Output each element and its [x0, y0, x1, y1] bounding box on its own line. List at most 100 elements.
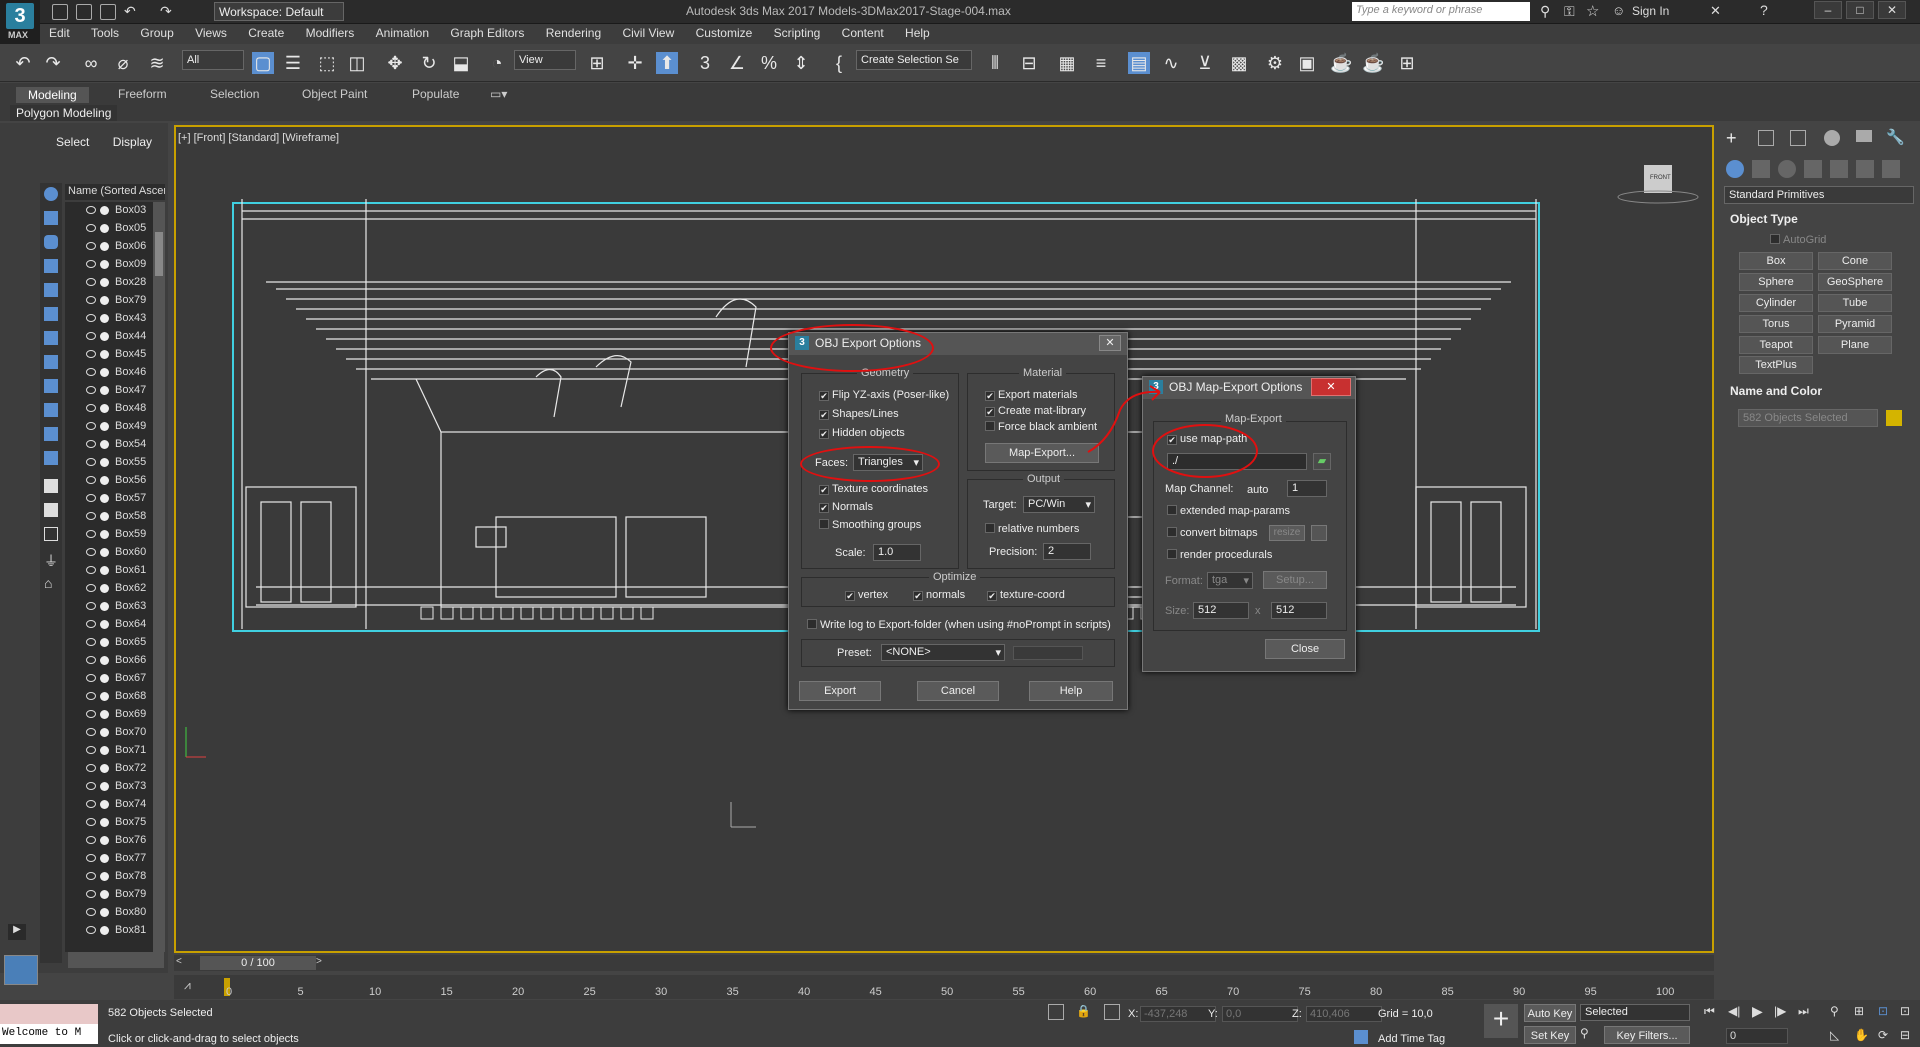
texture-coords-checkbox[interactable]: ✔ Texture coordinates — [819, 483, 928, 495]
scene-explorer-icon[interactable]: ▦ — [1056, 52, 1078, 74]
shapes-lines-checkbox[interactable]: ✔ Shapes/Lines — [819, 408, 899, 420]
menu-animation[interactable]: Animation — [367, 24, 438, 42]
orbit-icon[interactable]: ⟳ — [1878, 1028, 1888, 1042]
time-prev-arrow[interactable]: < — [176, 956, 190, 970]
maximize-button[interactable]: □ — [1846, 1, 1874, 19]
hidden-objects-checkbox[interactable]: ✔ Hidden objects — [819, 427, 905, 439]
snaps-toggle-icon[interactable]: 3 — [694, 52, 716, 74]
list-item[interactable]: Box74 — [65, 796, 153, 814]
visibility-eye-icon[interactable] — [86, 638, 96, 646]
visibility-eye-icon[interactable] — [86, 710, 96, 718]
z-coordinate-field[interactable]: 410,406 — [1306, 1006, 1382, 1022]
menu-group[interactable]: Group — [131, 24, 182, 42]
maxscript-listener[interactable] — [0, 1004, 98, 1024]
geosphere-button[interactable]: GeoSphere — [1818, 273, 1892, 291]
angle-snap-icon[interactable]: ∠ — [726, 52, 748, 74]
visibility-eye-icon[interactable] — [86, 404, 96, 412]
render-iterative-icon[interactable]: ☕ — [1362, 52, 1384, 74]
undo-icon[interactable]: ↶ — [12, 52, 34, 74]
play-icon[interactable]: ▶ — [1752, 1003, 1763, 1020]
list-item[interactable]: Box72 — [65, 760, 153, 778]
visibility-eye-icon[interactable] — [86, 422, 96, 430]
precision-spinner[interactable]: 2 — [1043, 543, 1091, 560]
list-item[interactable]: Box48 — [65, 400, 153, 418]
size-height-spinner[interactable]: 512 — [1271, 602, 1327, 619]
visibility-eye-icon[interactable] — [86, 602, 96, 610]
invert-display-icon[interactable] — [44, 527, 58, 541]
window-crossing-icon[interactable]: ◫ — [346, 52, 368, 74]
menu-graph-editors[interactable]: Graph Editors — [441, 24, 533, 42]
display-hidden-icon[interactable] — [44, 451, 58, 465]
viewport-layout-icon[interactable] — [4, 955, 38, 985]
render-setup-icon[interactable]: ⚙ — [1264, 52, 1286, 74]
visibility-eye-icon[interactable] — [86, 368, 96, 376]
display-spacewarps-icon[interactable] — [44, 307, 58, 321]
pan-icon[interactable]: ✋ — [1854, 1028, 1869, 1042]
smoothing-groups-checkbox[interactable]: Smoothing groups — [819, 519, 921, 531]
curve-editor-mini-icon[interactable]: ⩘ — [184, 978, 191, 993]
auto-key-button[interactable]: Auto Key — [1524, 1004, 1576, 1022]
sign-in-link[interactable]: Sign In — [1632, 4, 1669, 18]
scene-list-scrollbar[interactable] — [153, 202, 165, 952]
help-button[interactable]: Help — [1029, 681, 1113, 701]
find-icon[interactable]: ⌂ — [44, 575, 52, 591]
visibility-eye-icon[interactable] — [86, 656, 96, 664]
list-item[interactable]: Box06 — [65, 238, 153, 256]
select-manipulate-icon[interactable]: ✛ — [624, 52, 646, 74]
schematic-view-icon[interactable]: ⊻ — [1194, 52, 1216, 74]
list-item[interactable]: Box79 — [65, 292, 153, 310]
visibility-eye-icon[interactable] — [86, 674, 96, 682]
viewcube[interactable] — [1617, 165, 1699, 204]
list-item[interactable]: Box66 — [65, 652, 153, 670]
visibility-eye-icon[interactable] — [86, 782, 96, 790]
list-item[interactable]: Box45 — [65, 346, 153, 364]
utilities-tab-icon[interactable]: 🔧 — [1886, 128, 1905, 146]
visibility-eye-icon[interactable] — [86, 566, 96, 574]
visibility-eye-icon[interactable] — [86, 890, 96, 898]
list-item[interactable]: Box76 — [65, 832, 153, 850]
key-selection-dropdown[interactable]: Selected — [1580, 1004, 1690, 1021]
lock-icon[interactable]: 🔒 — [1076, 1004, 1091, 1018]
unlink-icon[interactable]: ⌀ — [112, 52, 134, 74]
display-shapes-icon[interactable] — [44, 211, 58, 225]
set-keys-icon[interactable]: + — [1484, 1004, 1518, 1038]
convert-bitmaps-checkbox[interactable]: convert bitmaps — [1167, 527, 1258, 539]
isolate-selection-icon[interactable] — [1048, 1004, 1064, 1020]
tab-modeling[interactable]: Modeling — [16, 87, 89, 103]
save-file-icon[interactable] — [100, 4, 116, 20]
visibility-eye-icon[interactable] — [86, 224, 96, 232]
textplus-button[interactable]: TextPlus — [1739, 356, 1813, 374]
visibility-eye-icon[interactable] — [86, 332, 96, 340]
rectangular-selection-icon[interactable]: ⬚ — [316, 52, 338, 74]
sphere-button[interactable]: Sphere — [1739, 273, 1813, 291]
display-lights-icon[interactable] — [44, 235, 58, 249]
relative-numbers-checkbox[interactable]: relative numbers — [985, 523, 1079, 535]
visibility-eye-icon[interactable] — [86, 692, 96, 700]
optimize-normals-checkbox[interactable]: ✔ normals — [913, 589, 965, 601]
resize-lock-icon[interactable] — [1311, 525, 1327, 541]
list-item[interactable]: Box79 — [65, 886, 153, 904]
scene-hscrollbar[interactable] — [68, 952, 164, 968]
display-tab-icon[interactable] — [1856, 130, 1872, 142]
rendered-frame-window-icon[interactable]: ▣ — [1296, 52, 1318, 74]
align-icon[interactable]: ⊟ — [1018, 52, 1040, 74]
cone-button[interactable]: Cone — [1818, 252, 1892, 270]
list-item[interactable]: Box64 — [65, 616, 153, 634]
extended-map-params-checkbox[interactable]: extended map-params — [1167, 505, 1290, 517]
visibility-eye-icon[interactable] — [86, 350, 96, 358]
move-icon[interactable]: ✥ — [384, 52, 406, 74]
visibility-eye-icon[interactable] — [86, 908, 96, 916]
display-none-icon[interactable] — [44, 503, 58, 517]
menu-views[interactable]: Views — [186, 24, 236, 42]
visibility-eye-icon[interactable] — [86, 242, 96, 250]
write-log-checkbox[interactable]: Write log to Export-folder (when using #… — [807, 619, 1111, 631]
named-selection-dropdown[interactable]: Create Selection Se — [856, 50, 972, 70]
set-key-button[interactable]: Set Key — [1524, 1026, 1576, 1044]
list-item[interactable]: Box56 — [65, 472, 153, 490]
add-time-tag-button[interactable]: Add Time Tag — [1378, 1033, 1445, 1045]
visibility-eye-icon[interactable] — [86, 872, 96, 880]
list-item[interactable]: Box44 — [65, 328, 153, 346]
zoom-extents-all-icon[interactable]: ⊡ — [1900, 1004, 1910, 1018]
dialog-close-icon[interactable]: ✕ — [1099, 335, 1121, 351]
list-item[interactable]: Box81 — [65, 922, 153, 940]
